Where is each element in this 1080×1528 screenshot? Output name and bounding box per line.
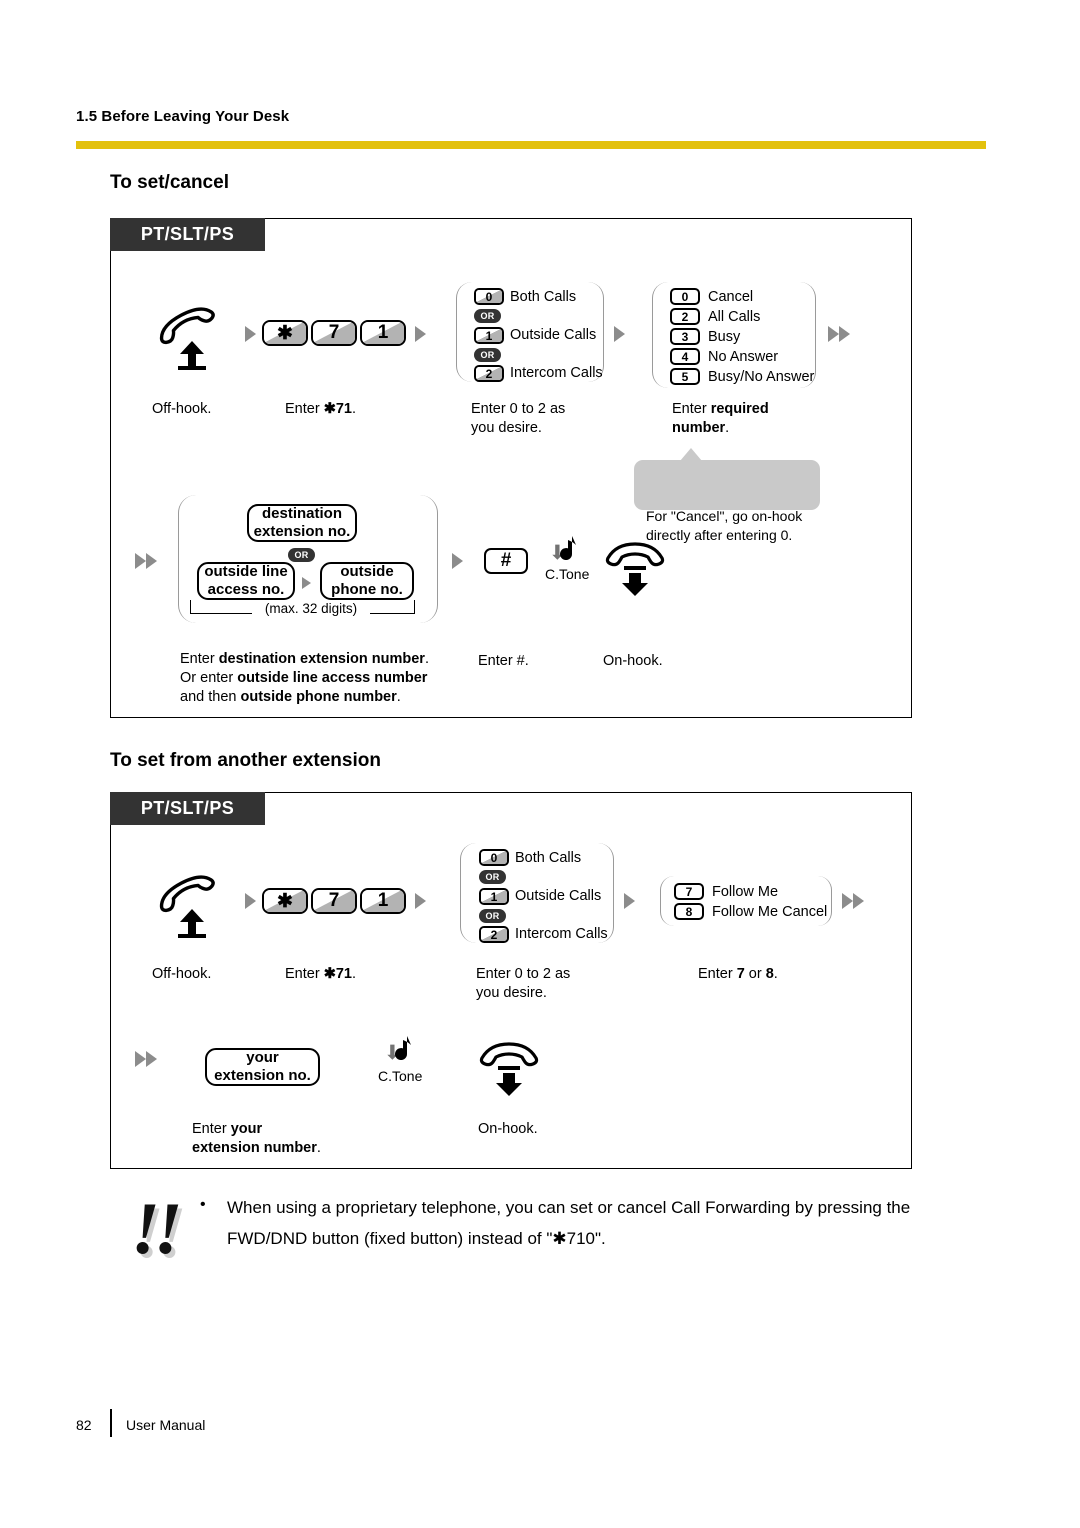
section-heading-1: To set/cancel — [110, 172, 229, 193]
enter-code-caption-1: Enter ✱71. — [285, 401, 356, 417]
or-badge: OR — [479, 870, 506, 884]
or-badge: OR — [474, 348, 501, 362]
cancel-hint-bubble: For "Cancel", go on-hook directly after … — [634, 448, 820, 543]
flow-arrow — [415, 892, 426, 910]
panel-1-tab: PT/SLT/PS — [110, 218, 265, 251]
key-label: Follow Me — [712, 884, 779, 900]
keycap-1: 1 — [474, 327, 504, 344]
flow-arrow — [624, 892, 635, 910]
note-text: When using a proprietary telephone, you … — [227, 1198, 911, 1248]
keycap-5: 5 — [670, 368, 700, 385]
keycap-0: 0 — [474, 288, 504, 305]
keycap-hash: # — [484, 548, 528, 574]
group-brace-left — [460, 843, 476, 943]
flow-arrow-double — [842, 892, 864, 910]
key-label: All Calls — [708, 309, 761, 325]
key-label: Follow Me Cancel — [712, 904, 828, 920]
keycap-0: 0 — [670, 288, 700, 305]
running-head: 1.5 Before Leaving Your Desk — [76, 108, 290, 125]
group1-caption-2: Enter 0 to 2 as you desire. — [476, 966, 571, 1001]
footer-label: User Manual — [126, 1417, 206, 1433]
header-rule — [76, 141, 986, 149]
keycap-4: 4 — [670, 348, 700, 365]
confirmation-tone-icon-1 — [550, 532, 586, 570]
keycap-1: 1 — [479, 888, 509, 905]
panel-2-tab: PT/SLT/PS — [110, 792, 265, 825]
your-extension-box: your extension no. — [205, 1048, 320, 1086]
keycap-1: 1 — [360, 888, 406, 914]
group-brace-left — [660, 876, 674, 926]
footer-divider — [110, 1409, 112, 1437]
group1-caption-1: Enter 0 to 2 as you desire. — [471, 401, 566, 436]
keycap-7: 7 — [311, 320, 357, 346]
onhook-handset-icon-2 — [478, 1040, 540, 1096]
keycap-star: ✱ — [262, 888, 308, 914]
flow-arrow — [614, 325, 625, 343]
group2-caption-1: Enter required number. — [672, 401, 769, 436]
onhook-caption-1: On-hook. — [603, 653, 663, 669]
keycap-0: 0 — [479, 849, 509, 866]
key-label: Intercom Calls — [515, 926, 608, 942]
offhook-handset-icon-1 — [152, 300, 228, 370]
group-brace-right — [420, 495, 438, 623]
group2-caption-2: Enter 7 or 8. — [698, 966, 778, 982]
key-label: Both Calls — [510, 289, 577, 305]
outside-phone-box: outside phone no. — [320, 562, 414, 600]
keycap-3: 3 — [670, 328, 700, 345]
note-bullet: • — [200, 1196, 206, 1213]
hash-caption: Enter #. — [478, 653, 529, 669]
key-label: Cancel — [708, 289, 754, 305]
flow-arrow-double — [828, 325, 850, 343]
destination-extension-box: destination extension no. — [247, 504, 357, 542]
key-label: Outside Calls — [510, 327, 597, 343]
group-brace-left — [456, 282, 472, 382]
ctone-label-2: C.Tone — [378, 1068, 423, 1084]
onhook-handset-icon-1 — [604, 540, 666, 596]
group-brace-left — [652, 282, 668, 388]
flow-arrow — [245, 892, 256, 910]
key-label: Busy/No Answer — [708, 369, 815, 385]
keycap-7: 7 — [311, 888, 357, 914]
section-heading-2: To set from another extension — [110, 750, 381, 771]
attention-icon: !! — [131, 1188, 183, 1270]
confirmation-tone-icon-2 — [385, 1032, 421, 1070]
offhook-handset-icon-2 — [152, 868, 228, 938]
keycap-1: 1 — [360, 320, 406, 346]
keycap-8: 8 — [674, 903, 704, 920]
or-badge: OR — [479, 909, 506, 923]
or-badge: OR — [474, 309, 501, 323]
enter-code-caption-2: Enter ✱71. — [285, 966, 356, 982]
key-label: Intercom Calls — [510, 365, 603, 381]
flow-arrow-double — [135, 1050, 157, 1068]
flow-arrow — [415, 325, 426, 343]
flow-arrow — [302, 574, 311, 592]
offhook-caption-1: Off-hook. — [152, 401, 212, 417]
key-label: Outside Calls — [515, 888, 602, 904]
max-digits-label: (max. 32 digits) — [252, 601, 370, 616]
or-badge: OR — [288, 548, 315, 562]
keycap-2: 2 — [479, 926, 509, 943]
keycap-star: ✱ — [262, 320, 308, 346]
ctone-label-1: C.Tone — [545, 566, 590, 582]
onhook-caption-2: On-hook. — [478, 1121, 538, 1137]
footer-page-number: 82 — [76, 1417, 92, 1433]
destination-caption: Enter destination extension number. Or en… — [180, 651, 429, 705]
bubble-tail — [680, 448, 702, 461]
key-label: Busy — [708, 329, 741, 345]
outside-line-access-box: outside line access no. — [197, 562, 295, 600]
flow-arrow-double — [135, 552, 157, 570]
key-label: No Answer — [708, 349, 779, 365]
your-extension-caption: Enter your extension number. — [192, 1121, 321, 1156]
key-label: Both Calls — [515, 850, 582, 866]
flow-arrow — [245, 325, 256, 343]
offhook-caption-2: Off-hook. — [152, 966, 212, 982]
keycap-2: 2 — [474, 365, 504, 382]
keycap-2: 2 — [670, 308, 700, 325]
keycap-7: 7 — [674, 883, 704, 900]
flow-arrow — [452, 552, 463, 570]
